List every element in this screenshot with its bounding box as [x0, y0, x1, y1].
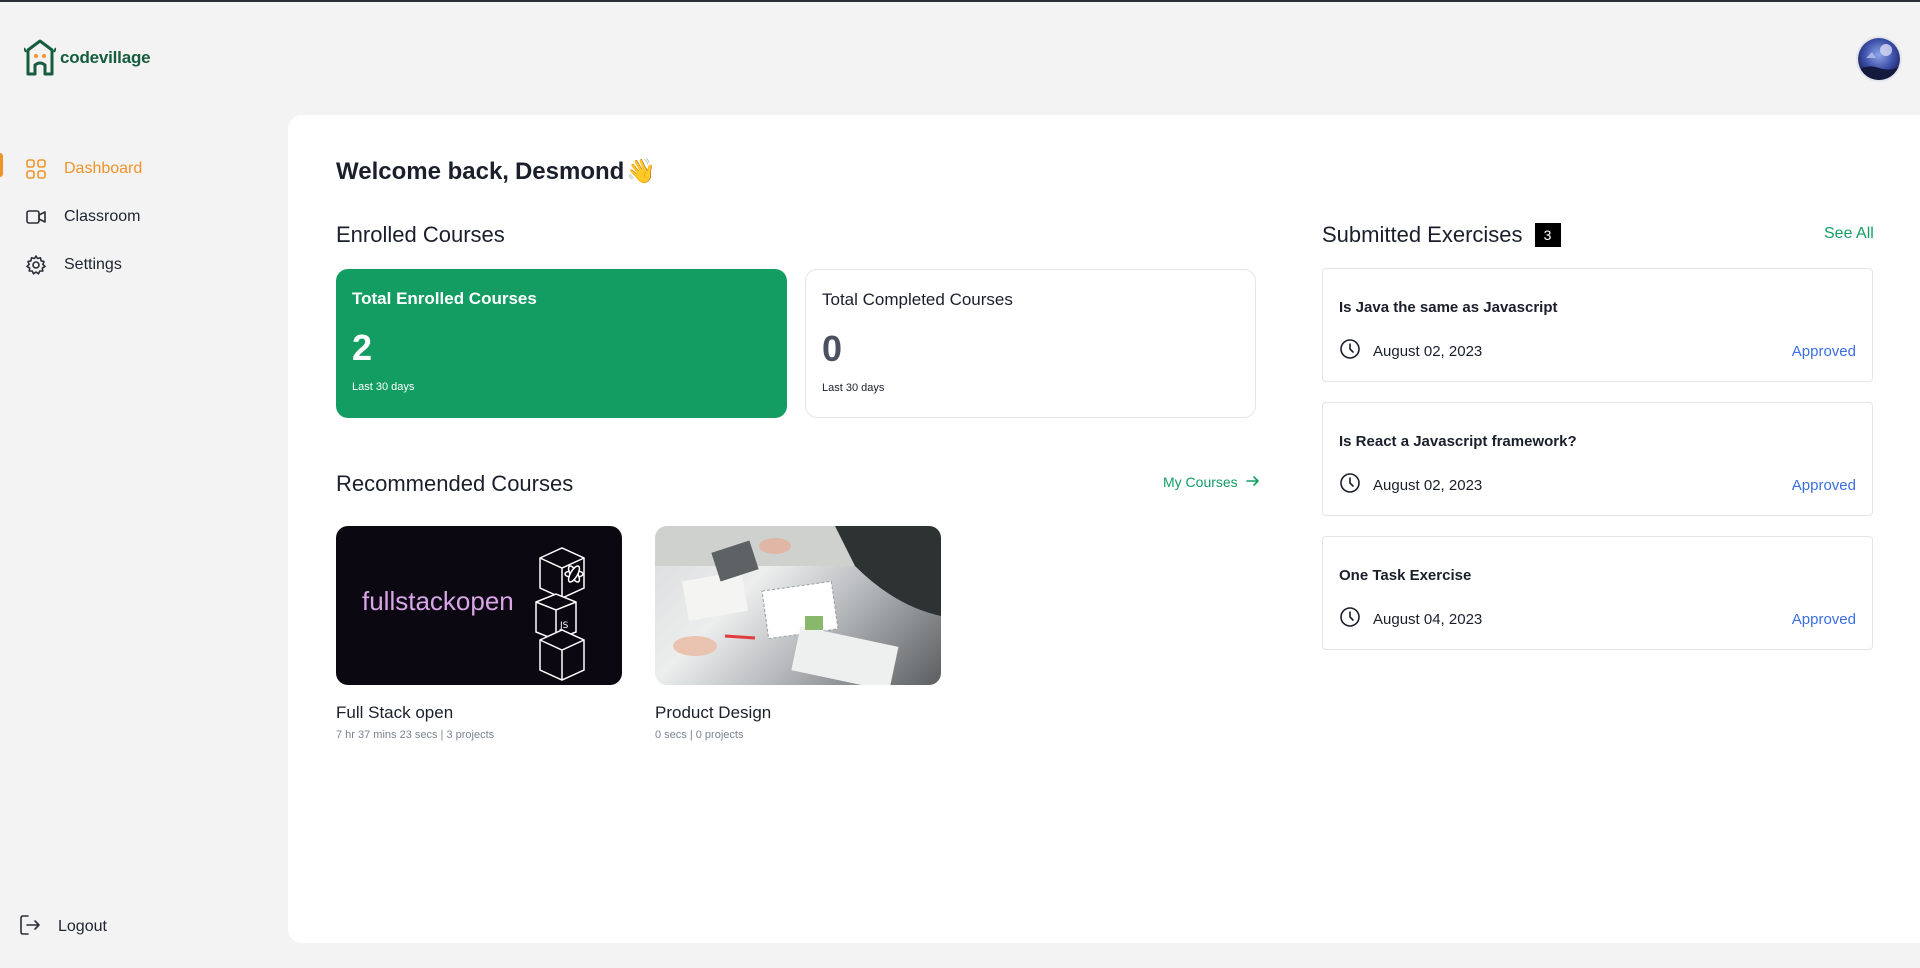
- total-enrolled-card: Total Enrolled Courses 2 Last 30 days: [336, 269, 787, 418]
- logout-button[interactable]: Logout: [18, 913, 107, 941]
- course-thumbnail: [655, 526, 941, 685]
- user-name: Desmond: [514, 157, 625, 185]
- brand-name: codevillage: [60, 48, 151, 67]
- clock-icon: [1339, 338, 1361, 365]
- sidebar-item-dashboard[interactable]: Dashboard: [0, 145, 270, 193]
- submitted-exercises-title: Submitted Exercises 3: [1322, 222, 1561, 248]
- course-card-product-design[interactable]: Product Design 0 secs | 0 projects: [655, 526, 941, 741]
- sidebar-nav: Dashboard Classroom Settings: [0, 145, 270, 289]
- exercise-date: August 02, 2023: [1373, 477, 1483, 494]
- exercise-title: One Task Exercise: [1339, 567, 1472, 584]
- sidebar-item-label: Settings: [64, 256, 122, 273]
- submitted-title-label: Submitted Exercises: [1322, 222, 1523, 247]
- arrow-right-icon: [1245, 474, 1260, 490]
- sidebar-item-classroom[interactable]: Classroom: [0, 193, 270, 241]
- stat-period: Last 30 days: [352, 381, 415, 393]
- stat-value: 2: [352, 327, 373, 368]
- thumbnail-text: fullstackopen: [362, 586, 514, 616]
- gear-icon: [24, 253, 48, 277]
- count-badge: 3: [1534, 223, 1561, 247]
- status-badge[interactable]: Approved: [1792, 611, 1856, 628]
- svg-text:JS: JS: [559, 621, 569, 631]
- stat-value: 0: [822, 328, 843, 369]
- design-workspace-image: [655, 526, 941, 685]
- exercise-date: August 02, 2023: [1373, 343, 1483, 360]
- clock-icon: [1339, 472, 1361, 499]
- course-thumbnail: fullstackopen JS: [336, 526, 622, 685]
- wave-emoji-icon: 👋: [626, 158, 657, 185]
- recommended-courses-title: Recommended Courses: [336, 471, 574, 496]
- brand-logo[interactable]: codevillage: [24, 38, 151, 78]
- status-badge[interactable]: Approved: [1792, 477, 1856, 494]
- my-courses-link[interactable]: My Courses: [1163, 474, 1260, 490]
- logout-label: Logout: [58, 918, 107, 935]
- stacked-cubes-icon: JS: [535, 547, 585, 681]
- exercise-card[interactable]: One Task Exercise August 04, 2023 Approv…: [1322, 536, 1873, 650]
- sidebar-item-label: Dashboard: [64, 160, 143, 177]
- avatar[interactable]: [1856, 36, 1902, 82]
- course-card-full-stack-open[interactable]: fullstackopen JS Full Stack open 7 hr 37…: [336, 526, 622, 741]
- course-name: Full Stack open: [336, 703, 454, 722]
- welcome-prefix: Welcome back,: [336, 157, 509, 185]
- course-name: Product Design: [655, 703, 772, 722]
- stat-title: Total Completed Courses: [822, 290, 1013, 309]
- exercise-card[interactable]: Is Java the same as Javascript August 02…: [1322, 268, 1873, 382]
- video-icon: [24, 205, 48, 229]
- stat-title: Total Enrolled Courses: [352, 289, 537, 308]
- my-courses-label: My Courses: [1163, 474, 1238, 490]
- exercise-title: Is React a Javascript framework?: [1339, 433, 1577, 450]
- total-completed-card: Total Completed Courses 0 Last 30 days: [805, 269, 1256, 418]
- course-meta: 0 secs | 0 projects: [655, 729, 744, 741]
- sidebar-item-settings[interactable]: Settings: [0, 241, 270, 289]
- sidebar-item-label: Classroom: [64, 208, 141, 225]
- exercise-card[interactable]: Is React a Javascript framework? August …: [1322, 402, 1873, 516]
- stat-period: Last 30 days: [822, 382, 885, 394]
- status-badge[interactable]: Approved: [1792, 343, 1856, 360]
- exercise-date: August 04, 2023: [1373, 611, 1483, 628]
- grid-icon: [24, 157, 48, 181]
- exercise-title: Is Java the same as Javascript: [1339, 299, 1558, 316]
- see-all-link[interactable]: See All: [1824, 225, 1874, 243]
- clock-icon: [1339, 606, 1361, 633]
- welcome-heading: Welcome back, Desmond 👋: [336, 157, 656, 186]
- main-panel: Welcome back, Desmond 👋 Enrolled Courses…: [288, 115, 1920, 943]
- enrolled-courses-title: Enrolled Courses: [336, 222, 505, 247]
- course-meta: 7 hr 37 mins 23 secs | 3 projects: [336, 729, 495, 741]
- codevillage-logo-icon: [24, 39, 56, 76]
- logout-icon: [18, 913, 42, 941]
